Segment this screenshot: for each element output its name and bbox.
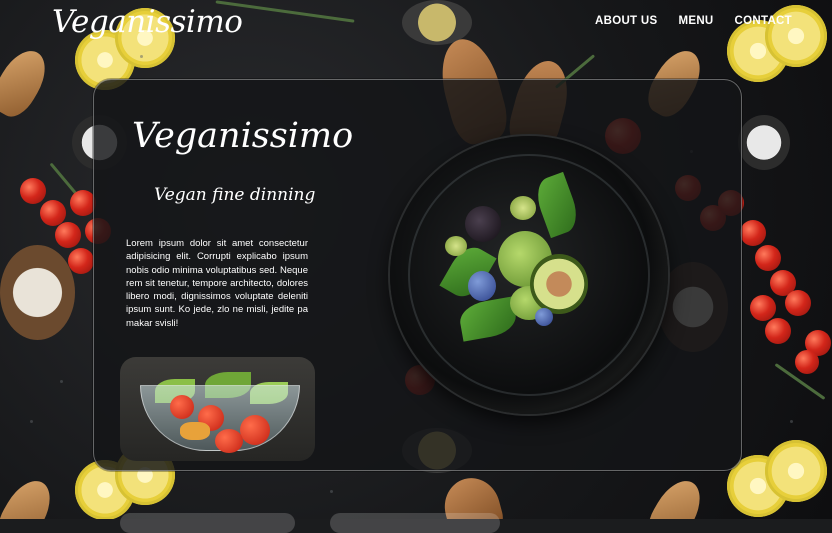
wooden-juicer <box>640 472 710 519</box>
nav-contact[interactable]: CONTACT <box>735 15 792 27</box>
cherry-tomato <box>740 220 766 246</box>
wooden-juicer <box>0 472 60 519</box>
nav-about-us[interactable]: ABOUT US <box>595 15 657 27</box>
wooden-spoon <box>438 471 507 519</box>
wooden-juicer <box>0 42 55 124</box>
cherry-tomato <box>68 248 94 274</box>
hero-description: Lorem ipsum dolor sit amet consectetur a… <box>126 238 308 329</box>
cherry-tomato <box>765 318 791 344</box>
cherry-tomato <box>20 178 46 204</box>
cherry-tomato <box>55 222 81 248</box>
cherry-tomato <box>785 290 811 316</box>
cherry-tomato <box>755 245 781 271</box>
salt-bowl <box>738 115 790 170</box>
signature-dish-plate <box>390 136 668 414</box>
brand-logo[interactable]: Veganissimo <box>52 4 243 40</box>
cherry-tomato <box>795 350 819 374</box>
hero-card: Veganissimo Vegan fine dinning Lorem ips… <box>93 79 742 471</box>
lemon-slice <box>765 440 827 502</box>
hero-subtitle: Vegan fine dinning <box>154 185 316 205</box>
nav-menu[interactable]: MENU <box>678 15 713 27</box>
section-tab <box>120 513 295 533</box>
salad-image <box>120 357 315 461</box>
main-nav: ABOUT US MENU CONTACT <box>595 15 792 27</box>
section-tab <box>330 513 500 533</box>
cherry-tomato <box>750 295 776 321</box>
garlic-bowl <box>0 245 75 340</box>
hero-title: Veganissimo <box>132 116 354 156</box>
